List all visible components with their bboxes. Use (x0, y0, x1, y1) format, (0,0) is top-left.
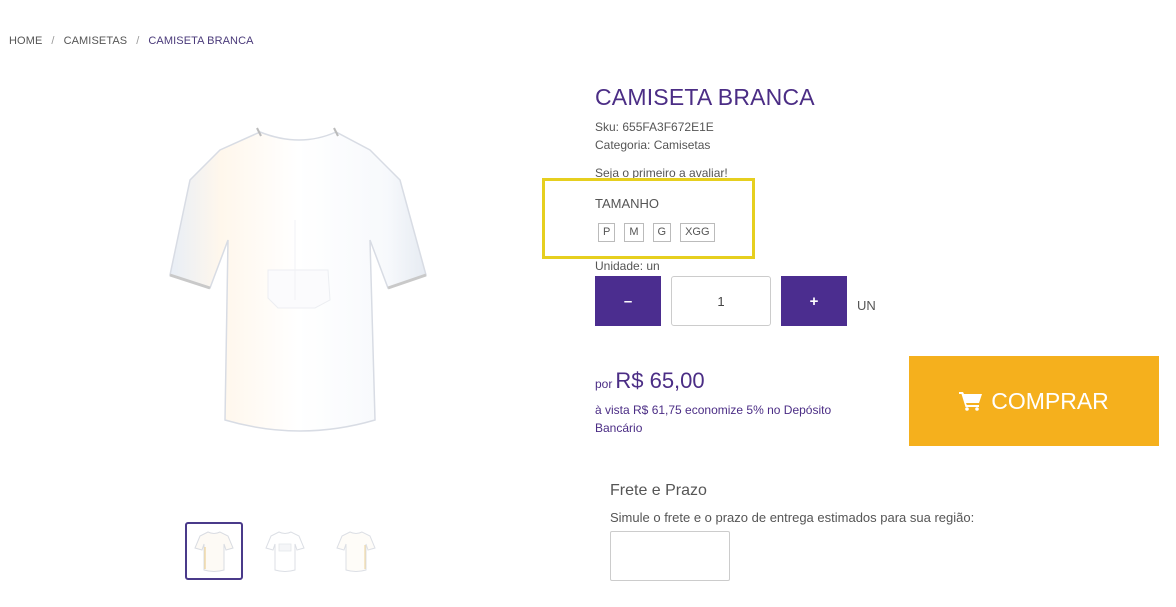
thumbnail-2[interactable] (256, 522, 314, 580)
size-option-m[interactable]: M (624, 223, 644, 242)
breadcrumb-separator: / (51, 35, 55, 47)
breadcrumb: HOME / CAMISETAS / CAMISETA BRANCA (9, 35, 254, 47)
tshirt-thumbnail-icon (336, 531, 376, 572)
tshirt-thumbnail-icon (194, 531, 234, 572)
size-options: P M G XGG (598, 223, 715, 242)
breadcrumb-separator: / (136, 35, 140, 47)
size-option-g[interactable]: G (652, 223, 672, 242)
breadcrumb-category[interactable]: CAMISETAS (64, 35, 128, 47)
size-option-p[interactable]: P (598, 223, 616, 242)
buy-button[interactable]: COMPRAR (909, 356, 1159, 446)
size-label: TAMANHO (595, 196, 660, 211)
tshirt-thumbnail-icon (265, 531, 305, 572)
thumbnail-1[interactable] (185, 522, 243, 580)
thumbnail-list (185, 522, 385, 580)
unit-label: Unidade: un (595, 259, 660, 273)
tshirt-image (169, 127, 427, 432)
price-prefix: por (595, 377, 613, 391)
thumbnail-3[interactable] (327, 522, 385, 580)
product-category: Categoria: Camisetas (595, 138, 711, 152)
variant-highlight-box (542, 178, 755, 259)
buy-button-label: COMPRAR (991, 387, 1109, 414)
shipping-description: Simule o frete e o prazo de entrega esti… (610, 510, 975, 525)
product-title: CAMISETA BRANCA (595, 84, 815, 110)
size-option-xgg[interactable]: XGG (680, 223, 715, 242)
breadcrumb-current: CAMISETA BRANCA (148, 35, 254, 47)
quantity-unit: UN (857, 298, 876, 313)
product-main-image[interactable] (160, 120, 440, 450)
price-value: R$ 65,00 (615, 368, 705, 393)
breadcrumb-home[interactable]: HOME (9, 35, 42, 47)
cep-input[interactable] (610, 531, 730, 581)
quantity-decrease-button[interactable]: – (595, 276, 661, 326)
product-sku: Sku: 655FA3F672E1E (595, 120, 714, 134)
quantity-increase-button[interactable]: + (781, 276, 847, 326)
discount-info: à vista R$ 61,75 economize 5% no Depósit… (595, 403, 832, 435)
quantity-input[interactable] (671, 276, 771, 326)
shipping-title: Frete e Prazo (610, 482, 707, 499)
price-block: por R$ 65,00 (595, 368, 705, 394)
cart-icon (959, 392, 983, 411)
